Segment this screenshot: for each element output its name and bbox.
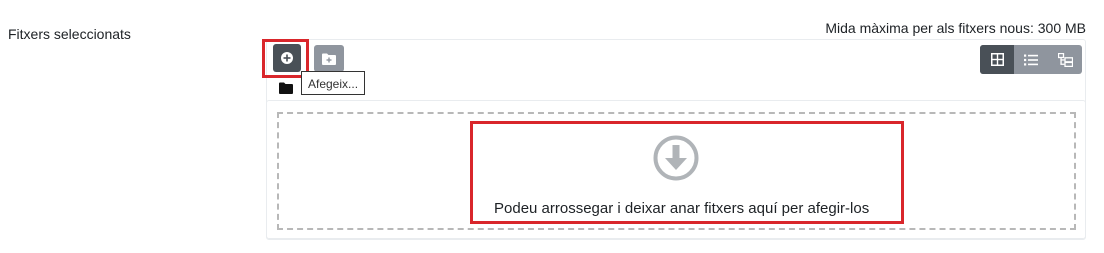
file-picker-form-row: Fitxers seleccionats Mida màxima per als… <box>0 0 1104 253</box>
add-tooltip: Afegeix... <box>301 71 366 95</box>
view-list-button[interactable] <box>1014 45 1048 74</box>
new-folder-icon <box>322 53 336 65</box>
folder-icon[interactable] <box>279 82 293 94</box>
drop-zone-text: Podeu arrossegar i deixar anar fitxers a… <box>494 200 870 217</box>
tree-icon <box>1057 52 1073 67</box>
grid-icon <box>990 53 1004 66</box>
download-arrow-icon <box>653 135 699 181</box>
max-file-size-text: Mida màxima per als fitxers nous: 300 MB <box>825 20 1086 36</box>
view-icons-button[interactable] <box>980 45 1014 74</box>
view-mode-toggle <box>980 45 1082 74</box>
field-label: Fitxers seleccionats <box>8 26 131 42</box>
plus-circle-icon <box>281 52 293 64</box>
view-tree-button[interactable] <box>1048 45 1082 74</box>
list-icon <box>1024 54 1038 65</box>
add-file-button[interactable] <box>273 44 301 72</box>
create-folder-button[interactable] <box>314 45 344 72</box>
